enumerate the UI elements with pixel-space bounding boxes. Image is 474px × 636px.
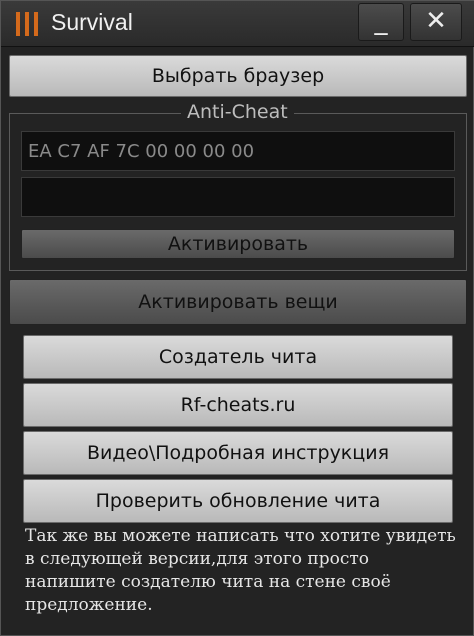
three-bars-icon xyxy=(16,12,38,36)
window-title: Survival xyxy=(51,9,133,35)
site-link-button[interactable]: Rf-cheats.ru xyxy=(23,383,453,427)
creator-label: Создатель чита xyxy=(158,346,318,368)
check-update-button[interactable]: Проверить обновление чита xyxy=(23,479,453,523)
minimize-button[interactable]: _ xyxy=(358,3,404,41)
activate-items-label: Активировать вещи xyxy=(138,291,338,313)
check-update-label: Проверить обновление чита xyxy=(95,490,381,512)
anticheat-label: Anti-Cheat xyxy=(181,101,294,123)
choose-browser-button[interactable]: Выбрать браузер xyxy=(9,55,467,97)
site-link-label: Rf-cheats.ru xyxy=(180,394,296,416)
main-window: Survival _ ✕ Выбрать браузер Anti-Cheat … xyxy=(0,0,474,636)
title-bar[interactable]: Survival _ ✕ xyxy=(1,1,474,47)
close-icon: ✕ xyxy=(425,6,447,36)
activate-label: Активировать xyxy=(167,233,309,255)
info-text: Так же вы можете написать что хотите уви… xyxy=(25,526,456,615)
choose-browser-label: Выбрать браузер xyxy=(151,65,325,87)
hex-value-field[interactable] xyxy=(21,131,455,171)
close-button[interactable]: ✕ xyxy=(410,3,462,41)
creator-button[interactable]: Создатель чита xyxy=(23,335,453,379)
activate-button[interactable]: Активировать xyxy=(21,229,455,259)
activate-items-button[interactable]: Активировать вещи xyxy=(9,279,467,325)
video-instruction-label: Видео\Подробная инструкция xyxy=(87,442,389,464)
second-value-field[interactable] xyxy=(21,177,455,217)
video-instruction-button[interactable]: Видео\Подробная инструкция xyxy=(23,431,453,475)
minimize-icon: _ xyxy=(374,6,388,36)
